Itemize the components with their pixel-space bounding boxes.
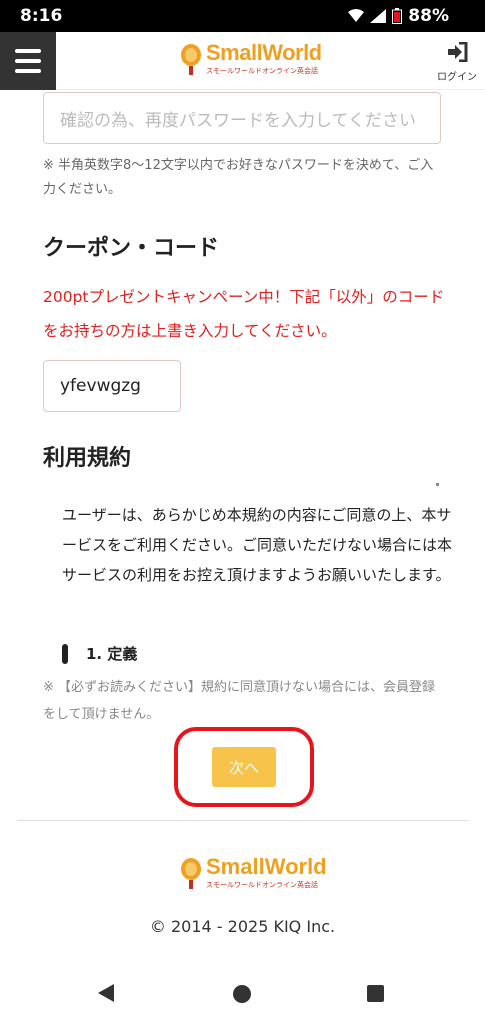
recent-apps-icon[interactable] [367, 985, 384, 1002]
copyright-text: © 2014 - 2025 KIQ Inc. [149, 917, 336, 936]
status-time: 8:16 [20, 6, 63, 26]
password-confirm-input[interactable]: 確認の為、再度パスワードを入力してください [43, 92, 441, 144]
header-logo[interactable]: SmallWorld スモールワールドオンライン英会話 [180, 42, 322, 76]
terms-scrollbar[interactable] [436, 483, 439, 486]
signal-icon [370, 9, 387, 23]
login-button[interactable]: ログイン [437, 41, 477, 83]
hamburger-menu-icon[interactable] [0, 32, 56, 90]
system-nav-bar [0, 964, 485, 1024]
footer-brand-name: SmallWorld [206, 854, 327, 879]
terms-section-heading: 1. 定義 [62, 643, 137, 664]
status-icons: 88% [348, 6, 449, 26]
app-header: SmallWorld スモールワールドオンライン英会話 ログイン [0, 32, 485, 90]
password-note: ※ 半角英数字8～12文字以内でお好きなパスワードを決めて、ご入力ください。 [43, 158, 434, 197]
wifi-icon [348, 9, 365, 22]
status-bar: 8:16 88% [0, 0, 485, 32]
next-button-highlight: 次へ [174, 727, 314, 807]
footer-brand-subtitle: スモールワールドオンライン英会話 [206, 881, 318, 889]
battery-level: 88% [408, 6, 449, 26]
logo-mark-icon [181, 858, 201, 889]
footer-logo[interactable]: SmallWorld スモールワールドオンライン英会話 [180, 856, 327, 890]
footer-divider [17, 820, 468, 821]
brand-subtitle: スモールワールドオンライン英会話 [206, 67, 318, 75]
terms-section-title: 1. 定義 [86, 645, 138, 663]
coupon-title: クーポン・コード [43, 236, 220, 261]
terms-note: ※ 【必ずお読みください】規約に同意頂けない場合には、会員登録をして頂けません。 [43, 680, 436, 722]
login-label: ログイン [437, 72, 477, 83]
back-icon[interactable] [98, 984, 114, 1002]
next-button[interactable]: 次へ [212, 747, 276, 787]
terms-body-text: ユーザーは、あらかじめ本規約の内容にご同意の上、本サービスをご利用ください。ご同… [62, 506, 453, 584]
section-bar [62, 643, 68, 664]
battery-icon [392, 8, 403, 24]
logo-mark-icon [181, 44, 201, 75]
login-icon [448, 41, 468, 63]
terms-title: 利用規約 [43, 446, 132, 471]
coupon-promo-text: 200ptプレゼントキャンペーン中！下記「以外」のコードをお持ちの方は上書き入力… [43, 288, 445, 340]
home-icon[interactable] [233, 985, 251, 1003]
coupon-code-input[interactable]: yfevwgzg [43, 360, 181, 412]
brand-name: SmallWorld [206, 40, 322, 65]
